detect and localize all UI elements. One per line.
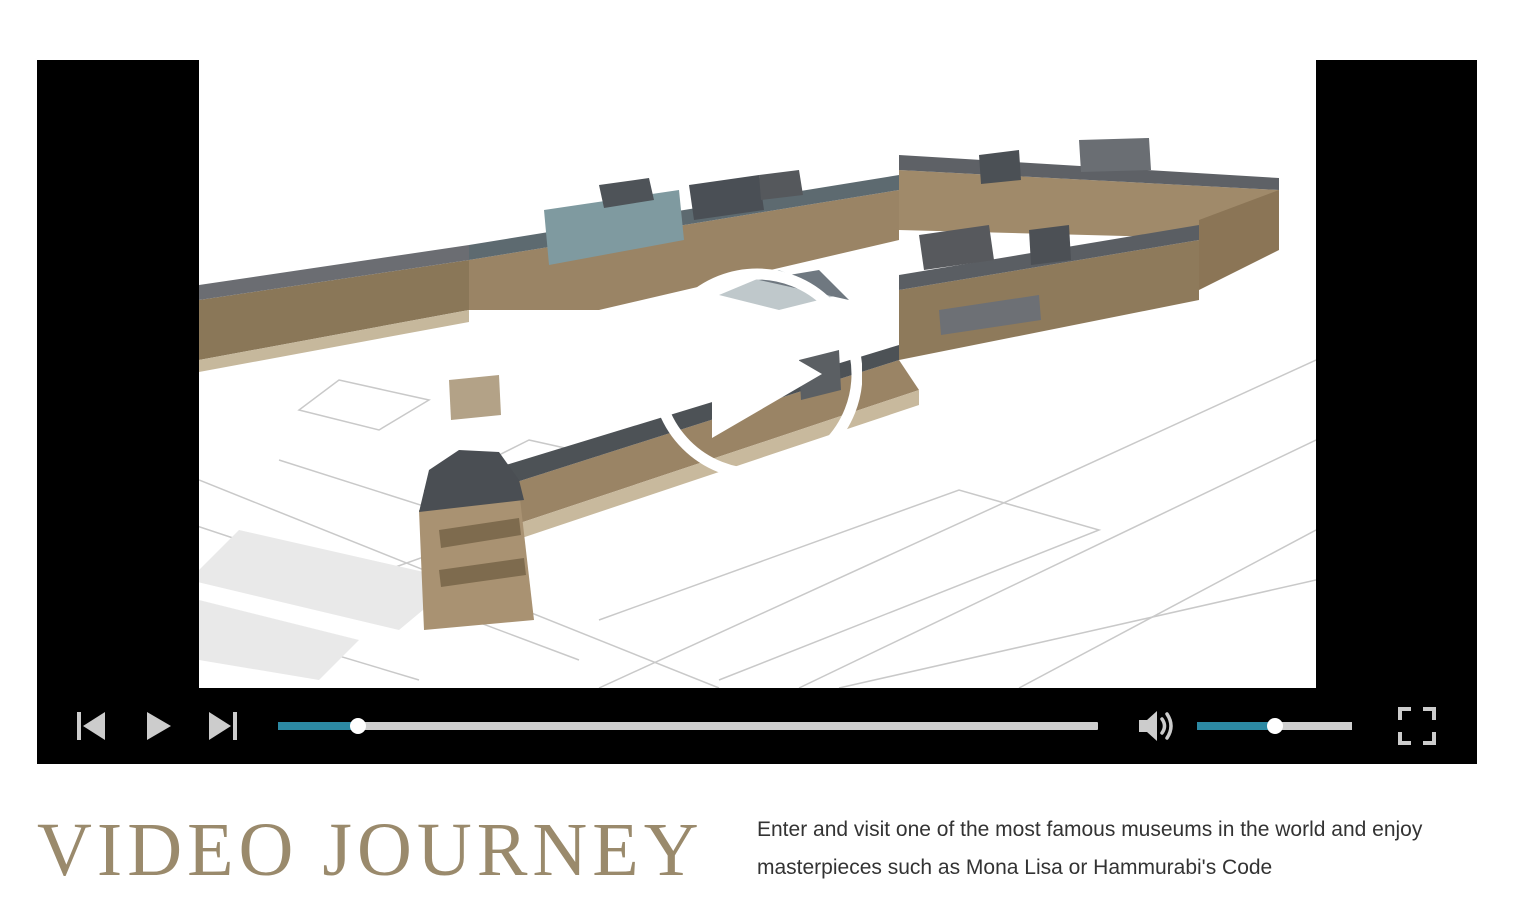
section-title: VIDEO JOURNEY	[37, 808, 704, 892]
section-description: Enter and visit one of the most famous m…	[757, 818, 1423, 879]
volume-handle[interactable]	[1266, 718, 1283, 734]
video-player	[37, 60, 1477, 764]
skip-previous-icon[interactable]	[75, 710, 107, 742]
play-icon[interactable]	[143, 710, 173, 742]
seek-bar[interactable]	[278, 718, 1098, 734]
volume-icon[interactable]	[1137, 708, 1177, 744]
skip-next-icon[interactable]	[207, 710, 239, 742]
seek-progress	[278, 722, 358, 730]
fullscreen-icon[interactable]	[1398, 707, 1436, 745]
volume-slider[interactable]	[1197, 718, 1352, 734]
video-frame[interactable]	[199, 60, 1316, 688]
player-controls	[37, 688, 1477, 764]
play-circle-icon[interactable]	[652, 265, 862, 483]
volume-level	[1197, 722, 1275, 730]
seek-handle[interactable]	[349, 718, 366, 734]
